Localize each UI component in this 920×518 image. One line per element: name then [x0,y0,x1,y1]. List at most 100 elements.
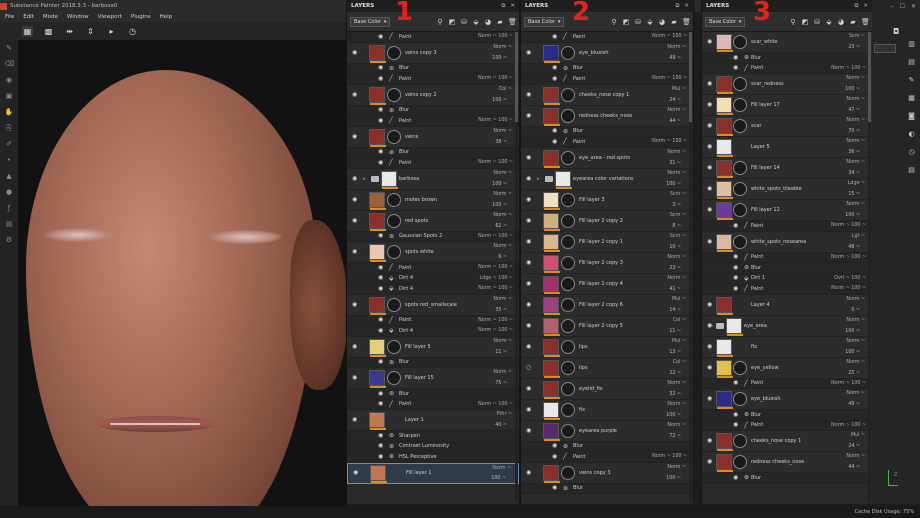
effect-row[interactable]: ◉ ╱ Paint Norm ~ 100 ~ [347,74,519,85]
mask-thumbnail[interactable] [387,192,401,207]
visibility-icon[interactable]: ◉ [378,359,384,365]
effect-row[interactable]: ◉ ⊛ Blur [521,63,693,74]
layer-row[interactable]: ○ lips Col ~ 22 ~ [521,357,693,379]
delete-icon[interactable]: 🗑 [682,18,691,26]
visibility-icon[interactable]: ◉ [526,238,532,245]
layer-row[interactable]: ◉ scar Norm ~ 70 ~ [702,116,872,137]
log-icon[interactable]: ▤ [907,166,916,175]
menu-window[interactable]: Window [67,14,89,20]
add-mask-icon[interactable]: ◩ [448,18,456,26]
visibility-icon[interactable]: ◉ [352,91,358,98]
effect-row[interactable]: ◉ ╱ Paint Norm ~ 100 ~ [347,116,519,127]
opacity-value[interactable]: 24 ~ [669,98,681,103]
layer-thumbnail[interactable] [543,275,560,294]
visibility-icon[interactable]: ◉ [526,112,532,119]
mask-thumbnail[interactable] [733,98,747,112]
layer-row[interactable]: ◉ white_spots_nosearea Lgt ~ 48 ~ [702,231,872,253]
mask-thumbnail[interactable] [561,213,575,228]
effect-row[interactable]: ◉ ⊛ Blur [347,63,519,74]
visibility-icon[interactable]: ◉ [352,133,358,140]
blend-mode-select[interactable]: Norm ~ [667,276,686,281]
mask-thumbnail[interactable] [561,465,575,480]
opacity-value[interactable]: 40 ~ [495,423,507,428]
mask-thumbnail[interactable] [561,297,575,312]
opacity-value[interactable]: 72 ~ [669,434,681,439]
effect-row[interactable]: ◉ ╱ Paint Norm ~ 100 ~ [702,284,872,295]
opacity-value[interactable]: 35 ~ [495,308,507,313]
mask-thumbnail[interactable] [561,87,575,102]
layer-row[interactable]: ◉ Fill layer 12 Norm ~ 100 ~ [702,200,872,221]
layer-row[interactable]: ◉ redness cheeks_nose Norm ~ 44 ~ [521,105,693,127]
picker-icon[interactable]: ✐ [5,140,14,149]
delete-icon[interactable]: 🗑 [508,18,517,26]
layer-row[interactable]: ◉ spots white Norm ~ 6 ~ [347,242,519,263]
layer-row[interactable]: ◉ Fill layer 5 Norm ~ 11 ~ [347,336,519,358]
layer-row[interactable]: ◉ Fill layer 3 Scrn ~ 3 ~ [521,189,693,211]
visibility-icon[interactable]: ◉ [378,159,384,166]
layer-thumbnail[interactable] [369,86,386,105]
mask-thumbnail[interactable] [733,119,747,133]
layer-thumbnail[interactable] [369,128,386,147]
opacity-value[interactable]: 100 ~ [666,476,681,481]
visibility-icon[interactable]: ◉ [378,233,384,239]
symmetry-icon[interactable]: ⇹ [64,26,75,37]
blend-mode-select[interactable]: Ldge ~ [848,181,865,186]
layer-row[interactable]: ◉ eyelid_fix Norm ~ 32 ~ [521,378,693,400]
camera-select[interactable] [874,44,896,53]
opacity-value[interactable]: 70 ~ [848,129,860,134]
mask-thumbnail[interactable] [561,402,575,417]
visibility-icon[interactable]: ◉ [352,175,358,182]
blend-mode-select[interactable]: Norm ~ [493,129,512,134]
opacity-value[interactable]: 44 ~ [669,119,681,124]
opacity-value[interactable]: 100 ~ [845,350,860,355]
visibility-icon[interactable]: ◉ [526,49,532,56]
visibility-icon[interactable]: ◉ [378,390,384,397]
mask-thumbnail[interactable] [561,381,575,396]
visibility-icon[interactable]: ◉ [352,249,358,255]
visibility-icon[interactable]: ◉ [378,149,384,155]
opacity-value[interactable]: 24 ~ [848,444,860,449]
opacity-value[interactable]: 8 ~ [672,224,681,229]
visibility-icon[interactable]: ◉ [707,301,713,308]
layer-row[interactable]: ◉ eye_area - red spots Norm ~ 31 ~ [521,147,693,169]
effect-row[interactable]: ◉ ╱ Paint Norm ~ 100 ~ [521,74,693,85]
folder-toggle-icon[interactable]: ▸ [363,176,366,182]
folder-toggle-icon[interactable]: ▸ [537,176,540,182]
visibility-icon[interactable]: ◉ [378,285,384,292]
visibility-icon[interactable]: ◉ [526,175,532,182]
layer-thumbnail[interactable] [716,139,733,157]
panel-float-icon[interactable]: ⧉ [854,3,858,10]
3d-viewport[interactable] [18,40,346,518]
effect-blend[interactable]: Ldge ~ 100 ~ [480,276,513,281]
opacity-value[interactable]: 75 ~ [495,381,507,386]
menu-help[interactable]: Help [160,14,173,20]
layer-row[interactable]: ◉ eye_yellow Norm ~ 25 ~ [702,357,872,379]
mask-thumbnail[interactable] [733,392,747,406]
layer-row[interactable]: ◉ white_spots_tileable Ldge ~ 15 ~ [702,179,872,200]
effect-row[interactable]: ◉ ⊛ Gaussian Spots 2 Norm ~ 100 ~ [347,231,519,242]
blend-mode-select[interactable]: Mul ~ [851,433,865,438]
visibility-icon[interactable]: ◉ [378,33,384,40]
layer-thumbnail[interactable] [370,465,387,483]
layer-thumbnail[interactable] [369,370,386,388]
visibility-icon[interactable]: ◉ [526,154,532,161]
effect-row[interactable]: ◉ ⊛ Blur [702,473,872,484]
add-mask-icon[interactable]: ◩ [801,18,809,26]
blend-mode-select[interactable]: Mul ~ [672,297,686,302]
blend-mode-select[interactable]: Norm ~ [667,171,686,176]
geometry-mask-icon[interactable]: ▣ [5,92,14,101]
add-folder-icon[interactable]: ▰ [496,18,504,26]
layer-row[interactable]: ◉ cheeks_nose copy 1 Mul ~ 24 ~ [521,84,693,106]
add-effect-icon[interactable]: ⚲ [610,18,618,26]
grid-icon[interactable]: ▦ [22,25,33,37]
blend-mode-select[interactable]: Scrn ~ [670,213,686,218]
clone-icon[interactable]: ⎘ [5,124,14,133]
visibility-icon[interactable]: ◉ [707,81,713,87]
effect-blend[interactable]: Norm ~ 100 ~ [478,318,513,323]
layer-thumbnail[interactable] [716,118,733,136]
opacity-value[interactable]: 3 ~ [672,203,681,208]
layer-thumbnail[interactable] [543,212,560,231]
visibility-icon[interactable]: ◉ [707,364,713,371]
drop-icon[interactable]: ▲ [5,172,14,181]
opacity-value[interactable]: 48 ~ [848,245,860,250]
